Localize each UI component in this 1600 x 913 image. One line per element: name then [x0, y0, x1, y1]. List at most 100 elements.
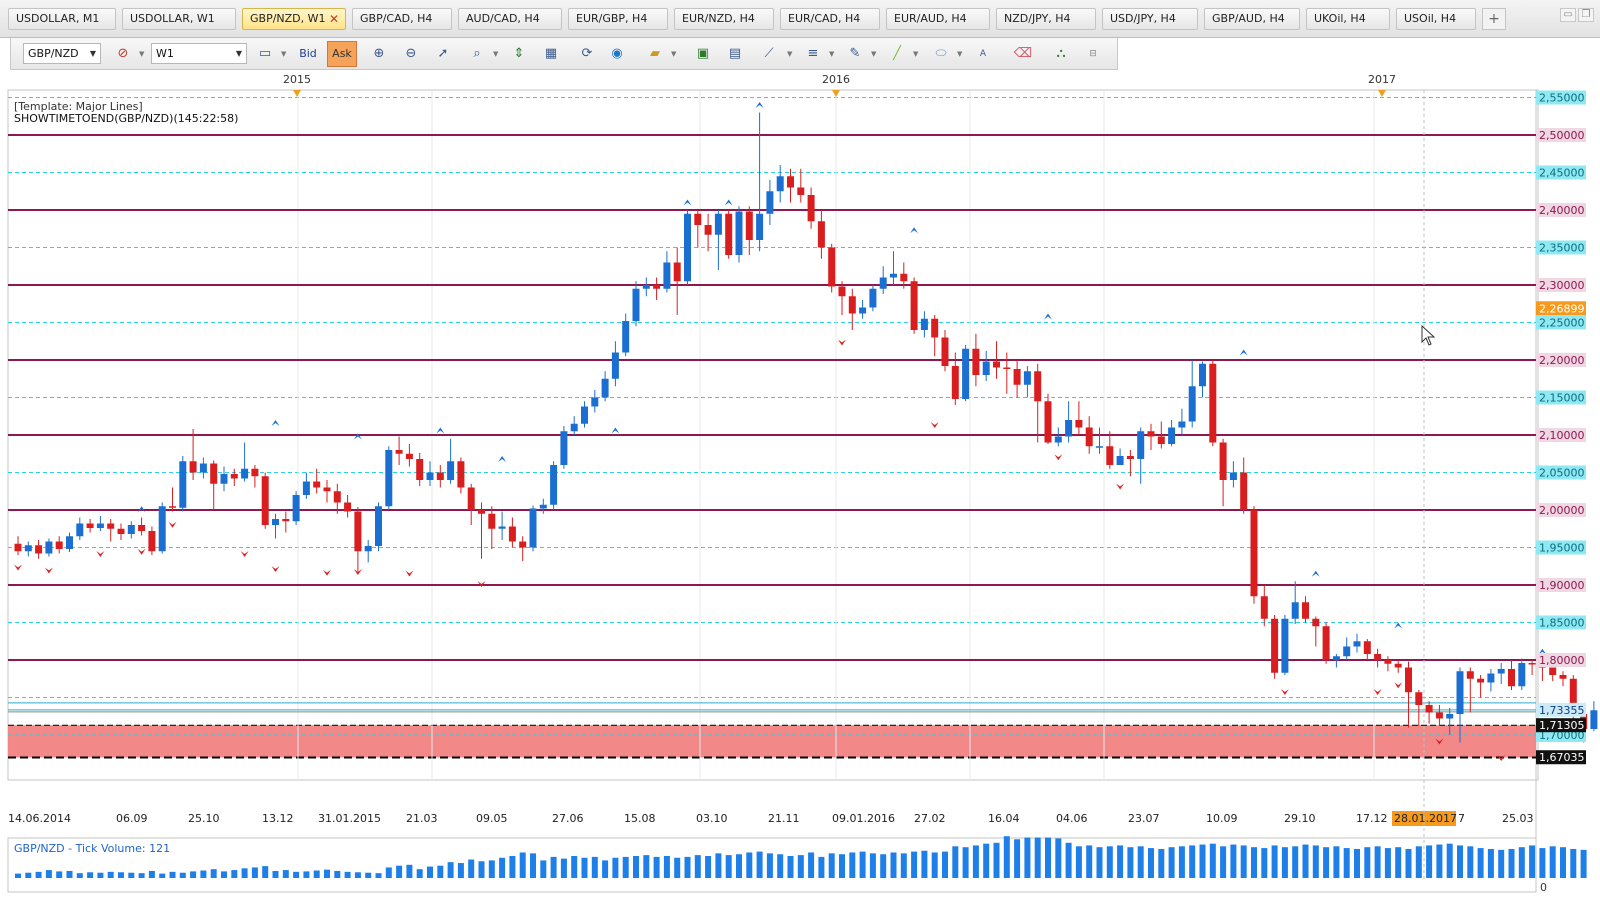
chart-tab[interactable]: USD/JPY, H4 [1102, 8, 1198, 30]
line-icon[interactable]: ╱ [887, 44, 907, 64]
bullish-candle [1178, 422, 1185, 428]
refresh-icon[interactable]: ⟳ [577, 44, 597, 64]
volume-bar [1560, 847, 1566, 878]
volume-bar [479, 861, 485, 878]
chart-tab[interactable]: USOil, H4 [1396, 8, 1476, 30]
bearish-candle [674, 263, 681, 282]
volume-bar [1230, 845, 1236, 878]
volume-bar [860, 852, 866, 878]
chart-tab[interactable]: USDOLLAR, M1 [8, 8, 116, 30]
zoom-rect-icon[interactable]: ⌕ [467, 44, 487, 64]
year-label: 2017 [1368, 73, 1396, 86]
volume-bar [1478, 848, 1484, 878]
chart-tab[interactable]: GBP/CAD, H4 [352, 8, 452, 30]
volume-bar [1333, 846, 1339, 878]
bearish-candle [1374, 654, 1381, 660]
crosshair-icon[interactable]: ⊘ [113, 44, 133, 64]
cursor-icon[interactable]: ➚ [433, 44, 453, 64]
volume-bar [983, 844, 989, 878]
indicators-icon[interactable]: ▦ [541, 44, 561, 64]
date-label: 28.01.2017 [1394, 812, 1457, 825]
bullish-candle [272, 519, 279, 525]
chevron-down-icon[interactable]: ▼ [139, 50, 144, 58]
chart-tab[interactable]: GBP/AUD, H4 [1204, 8, 1300, 30]
volume-bar [1024, 838, 1030, 878]
chevron-down-icon[interactable]: ▼ [281, 50, 286, 58]
chart-tab[interactable]: UKOil, H4 [1306, 8, 1390, 30]
chart-type-icon[interactable]: ▭ [255, 44, 275, 64]
pen-icon[interactable]: ✎ [845, 44, 865, 64]
timeframe-select[interactable]: W1 ▼ [151, 43, 247, 64]
objects-icon[interactable]: ⛬ [1051, 44, 1071, 64]
date-label: 15.08 [624, 812, 656, 825]
chevron-down-icon[interactable]: ▼ [829, 50, 834, 58]
ruler-icon[interactable]: ▰ [645, 44, 665, 64]
tab-label: EUR/GBP, H4 [576, 12, 647, 25]
chart-tab[interactable]: NZD/JPY, H4 [996, 8, 1096, 30]
globe-icon[interactable]: ◉ [607, 44, 627, 64]
collapse-icon[interactable]: ⊟ [1083, 44, 1103, 64]
channel-icon[interactable]: ≡ [803, 44, 823, 64]
add-tab-button[interactable]: + [1482, 8, 1506, 30]
volume-bar [1148, 848, 1154, 878]
bearish-candle [56, 542, 63, 550]
bearish-candle [653, 285, 660, 289]
volume-bar [128, 873, 134, 878]
bearish-candle [1158, 437, 1165, 445]
image-icon[interactable]: ▣ [693, 44, 713, 64]
volume-bar [1004, 836, 1010, 878]
chart-tab[interactable]: EUR/GBP, H4 [568, 8, 668, 30]
bearish-candle [1251, 510, 1258, 596]
chevron-down-icon[interactable]: ▼ [493, 50, 498, 58]
bullish-candle [756, 214, 763, 240]
template-icon[interactable]: ▤ [725, 44, 745, 64]
tab-label: UKOil, H4 [1314, 12, 1366, 25]
zoom-in-icon[interactable]: ⊕ [369, 44, 389, 64]
tab-label: GBP/NZD, W1 [250, 12, 326, 25]
bearish-candle [1560, 675, 1567, 679]
ask-button[interactable]: Ask [327, 41, 357, 67]
chart-tab[interactable]: GBP/NZD, W1✕ [242, 8, 346, 30]
bearish-candle [1384, 660, 1391, 664]
bid-button[interactable]: Bid [295, 41, 321, 67]
bearish-candle [849, 296, 856, 313]
chevron-down-icon[interactable]: ▼ [957, 50, 962, 58]
bullish-candle [499, 527, 506, 529]
chart-area[interactable]: 2,550002,500002,450002,400002,350002,300… [0, 70, 1600, 910]
chevron-down-icon[interactable]: ▼ [871, 50, 876, 58]
support-zone [8, 725, 1536, 757]
trendline-icon[interactable]: ⟋ [759, 44, 779, 64]
close-icon[interactable]: ✕ [329, 9, 339, 29]
bullish-candle [622, 321, 629, 353]
bearish-candle [468, 488, 475, 511]
chevron-down-icon[interactable]: ▼ [671, 50, 676, 58]
chart-tab[interactable]: USDOLLAR, W1 [122, 8, 236, 30]
price-label: 2,00000 [1539, 504, 1585, 517]
bullish-candle [293, 495, 300, 521]
chevron-down-icon[interactable]: ▼ [787, 50, 792, 58]
bullish-candle [643, 285, 650, 289]
restore-window-button[interactable]: ❐ [1578, 8, 1594, 22]
text-icon[interactable]: A [973, 44, 993, 64]
ellipse-icon[interactable]: ⬭ [931, 44, 951, 64]
chart-tab[interactable]: EUR/CAD, H4 [780, 8, 880, 30]
bullish-candle [880, 278, 887, 289]
volume-bar [788, 856, 794, 878]
price-chart[interactable]: 2,550002,500002,450002,400002,350002,300… [0, 70, 1600, 910]
fit-icon[interactable]: ⇕ [509, 44, 529, 64]
bearish-candle [334, 491, 341, 502]
chart-tab[interactable]: AUD/CAD, H4 [458, 8, 562, 30]
bearish-candle [1529, 663, 1536, 665]
volume-bar [849, 852, 855, 878]
volume-bar [520, 852, 526, 878]
chevron-down-icon[interactable]: ▼ [913, 50, 918, 58]
zoom-out-icon[interactable]: ⊖ [401, 44, 421, 64]
eraser-icon[interactable]: ⌫ [1013, 44, 1033, 64]
symbol-select[interactable]: GBP/NZD ▼ [23, 43, 101, 64]
bullish-candle [1065, 420, 1072, 437]
minimize-window-button[interactable]: ▭ [1560, 8, 1576, 22]
bullish-candle [715, 214, 722, 235]
chart-tab[interactable]: EUR/NZD, H4 [674, 8, 774, 30]
volume-bar [994, 843, 1000, 878]
chart-tab[interactable]: EUR/AUD, H4 [886, 8, 990, 30]
